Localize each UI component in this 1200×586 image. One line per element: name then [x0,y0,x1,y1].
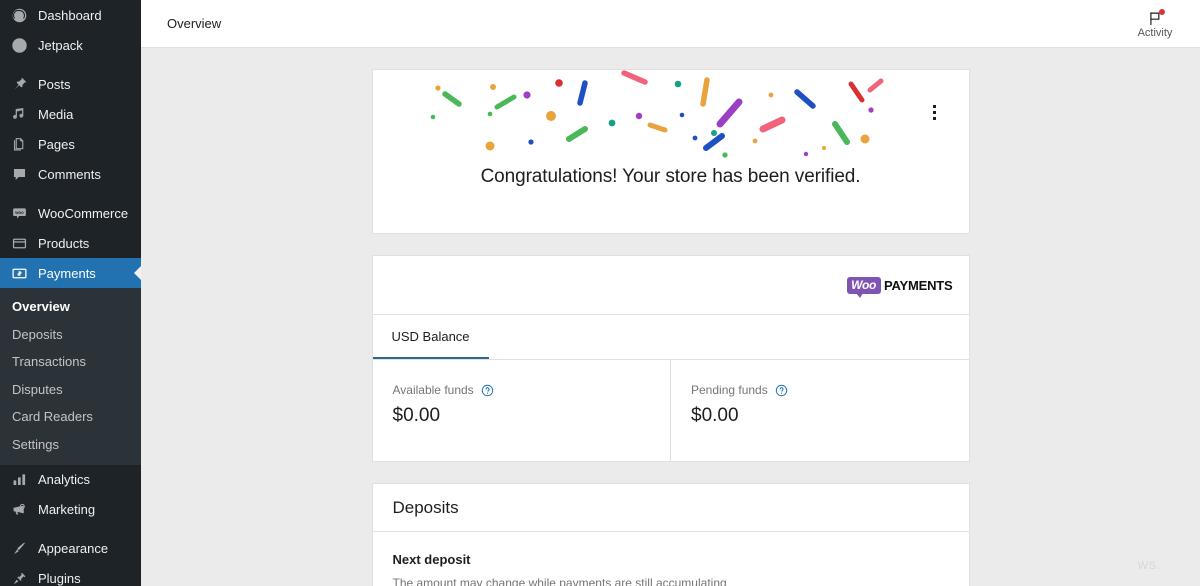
woopayments-wordmark: PAYMENTS [884,277,952,294]
help-circle-icon[interactable] [481,384,494,397]
notification-dot [1159,9,1165,15]
watermark: WS. [1138,560,1160,572]
page-title: Overview [167,16,221,31]
sidebar-item-products[interactable]: Products [0,228,141,258]
sidebar-divider [0,60,141,69]
content-column: Congratulations! Your store has been ver… [372,69,970,586]
pin-icon [8,74,30,94]
sidebar-item-label: Appearance [38,542,108,555]
sidebar-item-label: Plugins [38,572,81,585]
sidebar-item-label: Comments [38,168,101,181]
pending-funds-label-text: Pending funds [691,383,768,397]
main-area: Overview Activity [141,0,1200,586]
balance-card: Woo PAYMENTS USD Balance Available funds [372,255,970,462]
sidebar-item-woocommerce[interactable]: woo WooCommerce [0,198,141,228]
woopayments-logo: Woo PAYMENTS [847,277,952,294]
woo-badge: Woo [847,277,881,294]
sidebar-item-dashboard[interactable]: Dashboard [0,0,141,30]
sidebar-subitem-deposits[interactable]: Deposits [0,321,141,349]
sidebar-subitem-settings[interactable]: Settings [0,431,141,459]
sidebar-group-site: Appearance Plugins [0,534,141,586]
activity-button[interactable]: Activity [1124,0,1186,48]
pending-funds-label: Pending funds [691,383,969,397]
deposits-title: Deposits [393,498,459,518]
sidebar-group-commerce: woo WooCommerce Products Payments [0,198,141,288]
sidebar-item-label: Payments [38,267,96,280]
pending-funds-box: Pending funds $0.00 [670,360,969,461]
content-scroll-area: Congratulations! Your store has been ver… [141,48,1200,586]
sidebar-item-pages[interactable]: Pages [0,129,141,159]
woo-icon: woo [8,203,30,223]
paintbrush-icon [8,539,30,559]
media-icon [8,104,30,124]
comment-bubble-icon [8,164,30,184]
deposits-card-header: Deposits [373,484,969,532]
sidebar-item-label: WooCommerce [38,207,128,220]
sidebar-item-media[interactable]: Media [0,99,141,129]
sidebar-item-label: Media [38,108,73,121]
sidebar-item-label: Posts [38,78,71,91]
available-funds-box: Available funds $0.00 [373,360,671,461]
sidebar-item-posts[interactable]: Posts [0,69,141,99]
congratulations-message: Congratulations! Your store has been ver… [373,166,969,188]
sidebar-item-analytics[interactable]: Analytics [0,465,141,495]
deposits-card: Deposits Next deposit The amount may cha… [372,483,970,586]
products-box-icon [8,233,30,253]
sidebar-item-appearance[interactable]: Appearance [0,534,141,564]
sidebar-item-label: Jetpack [38,39,83,52]
bar-chart-icon [8,470,30,490]
sidebar-item-plugins[interactable]: Plugins [0,564,141,586]
payments-money-icon [8,263,30,283]
sidebar-item-marketing[interactable]: Marketing [0,495,141,525]
sidebar-item-payments[interactable]: Payments [0,258,141,288]
congratulations-card: Congratulations! Your store has been ver… [372,69,970,234]
sidebar-subitem-card-readers[interactable]: Card Readers [0,403,141,431]
sidebar-group-primary: Dashboard Jetpack [0,0,141,60]
available-funds-label: Available funds [393,383,671,397]
svg-text:woo: woo [14,210,24,215]
available-funds-label-text: Available funds [393,383,474,397]
tab-usd-balance[interactable]: USD Balance [373,315,489,359]
sidebar-subitem-disputes[interactable]: Disputes [0,376,141,404]
sidebar-divider [0,525,141,534]
admin-screen: Dashboard Jetpack Posts M [0,0,1200,586]
sidebar-item-jetpack[interactable]: Jetpack [0,30,141,60]
deposits-card-body: Next deposit The amount may change while… [373,532,969,586]
sidebar-item-label: Marketing [38,503,95,516]
woopayments-logo-row: Woo PAYMENTS [373,256,969,314]
sidebar-item-label: Products [38,237,89,250]
funds-row: Available funds $0.00 Pending funds [373,359,969,461]
top-bar: Overview Activity [141,0,1200,48]
plug-icon [8,569,30,586]
jetpack-bolt-icon [8,35,30,55]
sidebar-item-comments[interactable]: Comments [0,159,141,189]
flag-icon [1146,10,1164,27]
balance-tabs: USD Balance [373,314,969,359]
activity-label: Activity [1138,28,1173,39]
sidebar-subitem-transactions[interactable]: Transactions [0,348,141,376]
admin-sidebar: Dashboard Jetpack Posts M [0,0,141,586]
sidebar-item-label: Analytics [38,473,90,486]
confetti-graphic [373,70,969,166]
sidebar-item-label: Pages [38,138,75,151]
next-deposit-title: Next deposit [393,552,949,567]
available-funds-amount: $0.00 [393,405,671,427]
pages-icon [8,134,30,154]
pending-funds-amount: $0.00 [691,405,969,427]
sidebar-group-analytics: Analytics Marketing [0,465,141,525]
sidebar-submenu-payments: Overview Deposits Transactions Disputes … [0,288,141,465]
sidebar-item-label: Dashboard [38,9,102,22]
next-deposit-note: The amount may change while payments are… [393,576,949,586]
dashboard-gauge-icon [8,5,30,25]
megaphone-icon [8,500,30,520]
sidebar-subitem-overview[interactable]: Overview [0,293,141,321]
help-circle-icon[interactable] [775,384,788,397]
sidebar-divider [0,189,141,198]
sidebar-group-content: Posts Media Pages Comments [0,69,141,189]
